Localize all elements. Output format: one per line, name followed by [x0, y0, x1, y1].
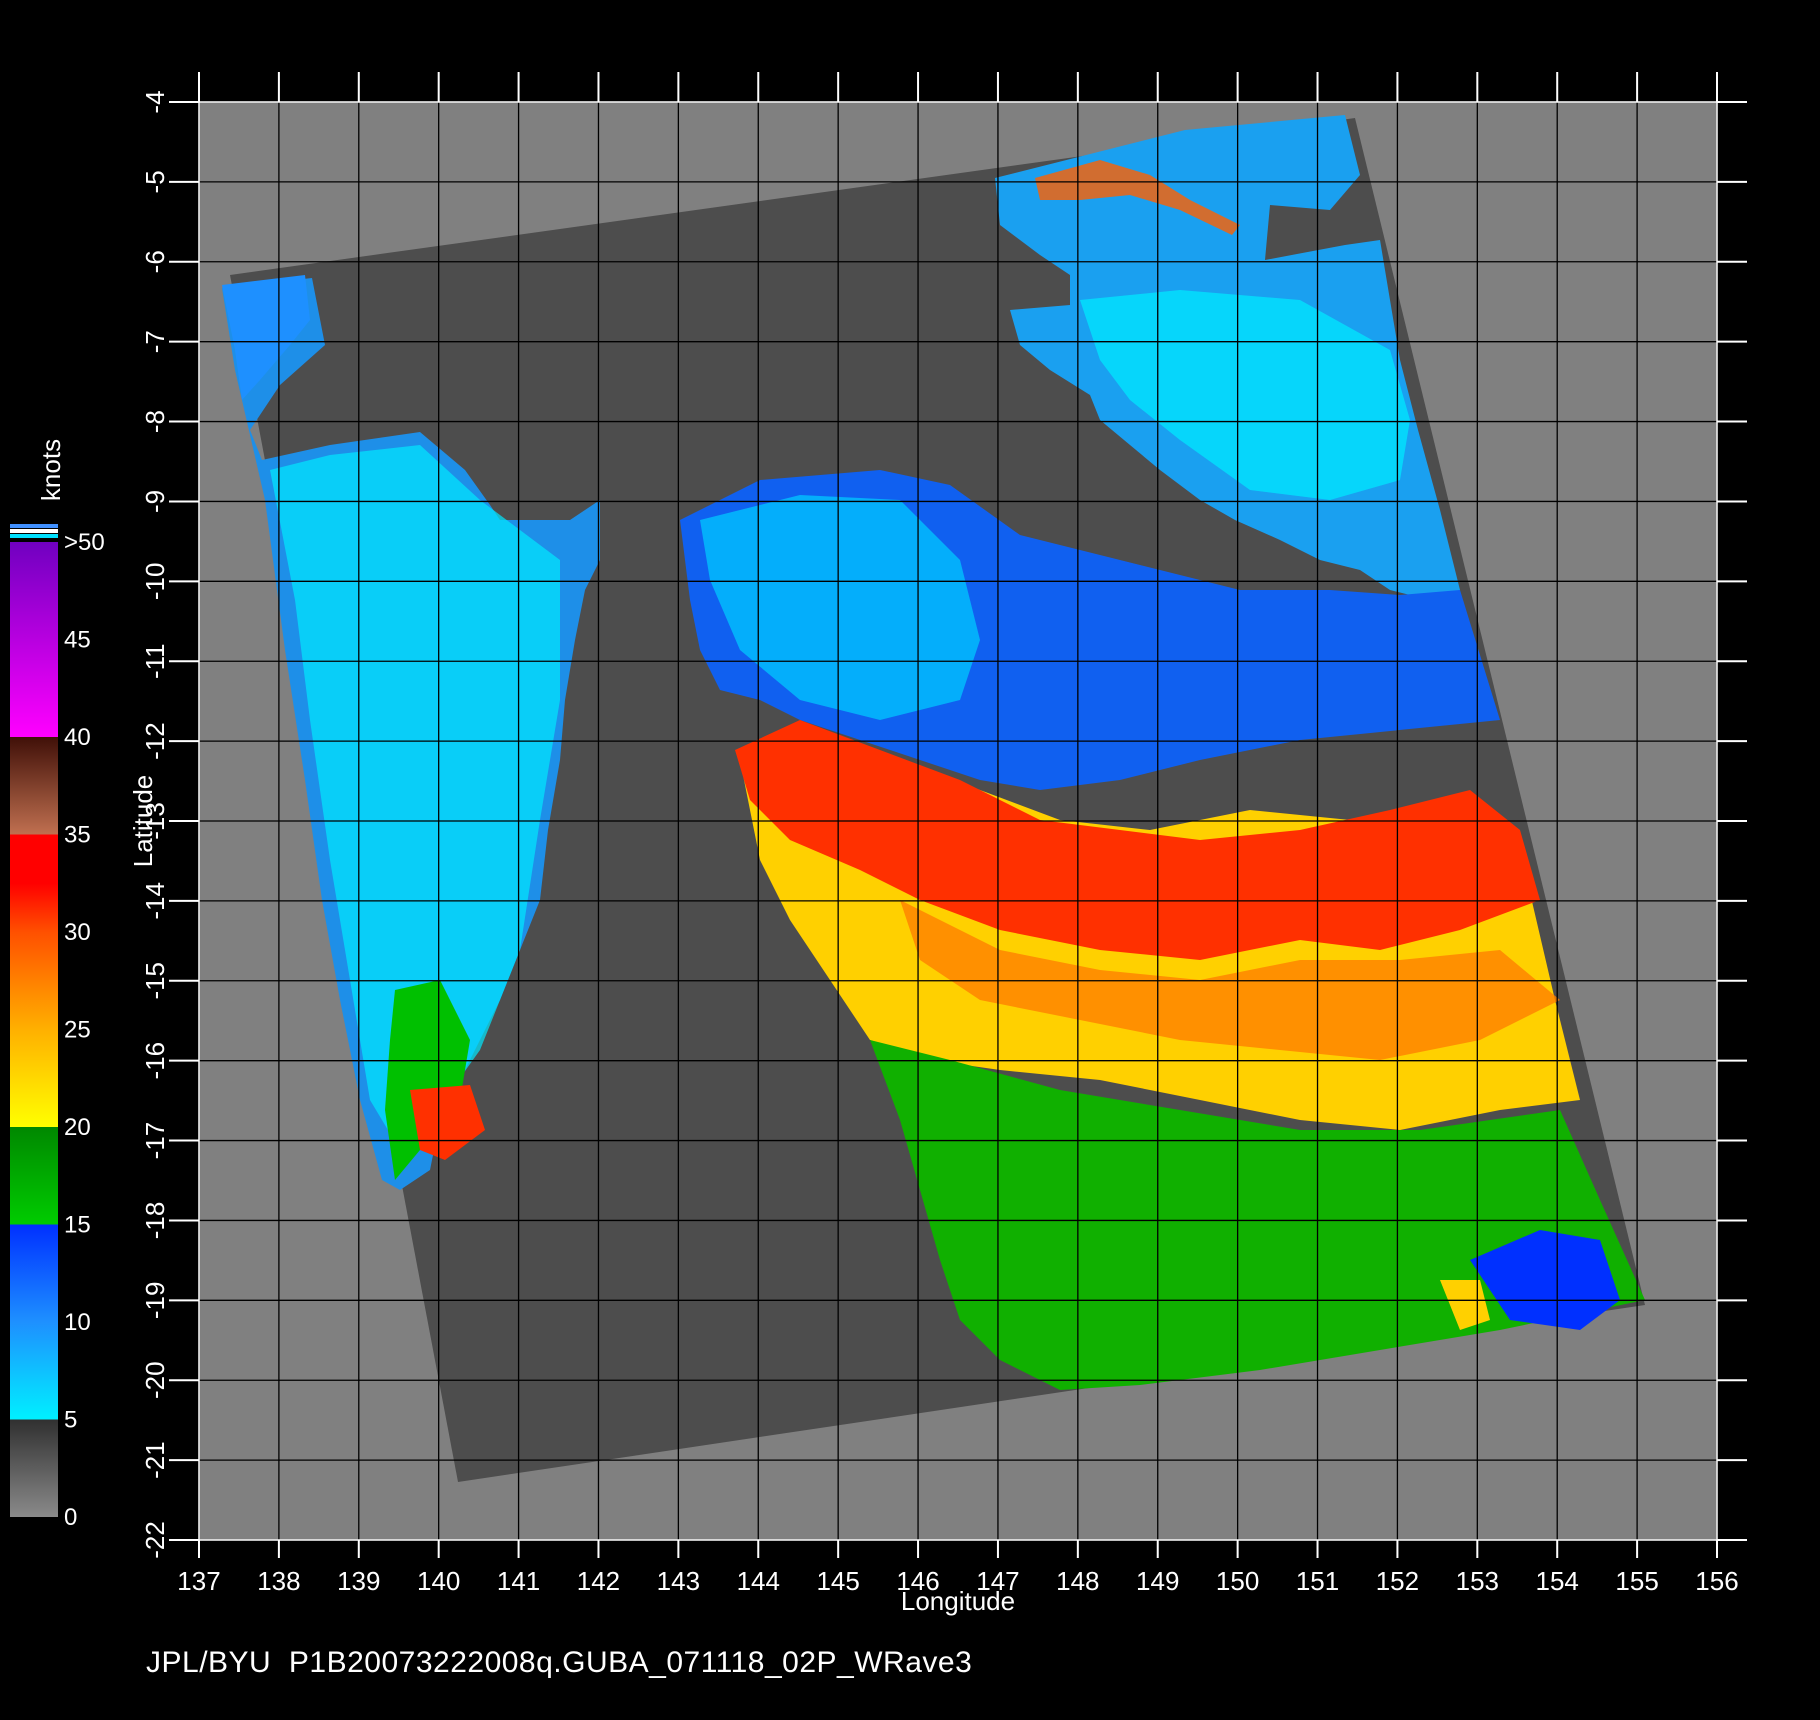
- lat-tick-label: -8: [140, 410, 170, 433]
- lon-tick-label: 156: [1695, 1566, 1738, 1596]
- lat-tick-label: -6: [140, 250, 170, 273]
- lon-tick-label: 153: [1456, 1566, 1499, 1596]
- lat-tick-label: -12: [140, 722, 170, 760]
- lat-tick-label: -9: [140, 490, 170, 513]
- colorbar-cap-white: [10, 529, 58, 533]
- footer-credit: JPL/BYU P1B20073222008q.GUBA_071118_02P_…: [146, 1646, 973, 1679]
- lon-tick-label: 144: [737, 1566, 780, 1596]
- lon-tick-label: 149: [1136, 1566, 1179, 1596]
- colorbar-cap-cyan: [10, 534, 58, 538]
- lon-tick-label: 140: [417, 1566, 460, 1596]
- lon-tick-label: 154: [1536, 1566, 1579, 1596]
- colorbar-label: 25: [64, 1017, 91, 1044]
- lon-tick-label: 155: [1615, 1566, 1658, 1596]
- colorbar-title: knots: [36, 439, 66, 501]
- lat-tick-label: -20: [140, 1361, 170, 1399]
- lat-tick-label: -15: [140, 962, 170, 1000]
- wind-map-canvas: 137 138 139 140 141 142 143 144 145 146 147 148 149 1…: [10, 72, 1747, 1616]
- lon-tick-label: 141: [497, 1566, 540, 1596]
- colorbar-label: 10: [64, 1309, 91, 1336]
- lon-tick-label: 142: [577, 1566, 620, 1596]
- lat-tick-label: -5: [140, 170, 170, 193]
- lat-tick-label: -11: [140, 643, 170, 679]
- colorbar-label: 0: [64, 1504, 77, 1531]
- y-axis-title: Latitude: [128, 775, 158, 868]
- lon-tick-label: 152: [1376, 1566, 1419, 1596]
- x-axis-title: Longitude: [901, 1586, 1015, 1616]
- lat-tick-label: -10: [140, 563, 170, 601]
- lat-tick-label: -18: [140, 1202, 170, 1240]
- colorbar-labels: 0 5 10 15 20 25 30 35 40 45 >50: [64, 529, 105, 1531]
- plot-area: 137 138 139 140 141 142 143 144 145 146 147 148 149 1…: [128, 72, 1747, 1616]
- lon-tick-label: 137: [177, 1566, 220, 1596]
- lon-tick-label: 150: [1216, 1566, 1259, 1596]
- colorbar-label: 35: [64, 822, 91, 849]
- lon-tick-label: 139: [337, 1566, 380, 1596]
- colorbar-label: 15: [64, 1212, 91, 1239]
- wind-map-figure: 137 138 139 140 141 142 143 144 145 146 147 148 149 1…: [0, 0, 1820, 1720]
- lon-tick-label: 143: [657, 1566, 700, 1596]
- lat-tick-label: -21: [140, 1441, 170, 1479]
- latitude-ticks-right: [1717, 101, 1747, 1541]
- colorbar: knots 0 5 10 15 20 25 30 35 40 45 >50: [10, 439, 105, 1531]
- lat-tick-label: -22: [140, 1521, 170, 1559]
- lat-tick-label: -16: [140, 1042, 170, 1080]
- colorbar-cap-blue: [10, 524, 58, 528]
- lat-tick-label: -4: [140, 90, 170, 113]
- lat-tick-label: -7: [140, 330, 170, 353]
- lat-tick-label: -14: [140, 882, 170, 920]
- lat-tick-label: -17: [140, 1122, 170, 1160]
- lon-tick-label: 148: [1056, 1566, 1099, 1596]
- colorbar-label: 40: [64, 724, 91, 751]
- lat-tick-label: -19: [140, 1282, 170, 1320]
- longitude-ticks-top: [198, 72, 1718, 102]
- colorbar-fill: [10, 542, 58, 1517]
- colorbar-label: >50: [64, 529, 105, 556]
- colorbar-label: 5: [64, 1407, 77, 1434]
- colorbar-label: 30: [64, 919, 91, 946]
- colorbar-label: 20: [64, 1114, 91, 1141]
- lon-tick-label: 138: [257, 1566, 300, 1596]
- colorbar-label: 45: [64, 627, 91, 654]
- lon-tick-label: 151: [1296, 1566, 1339, 1596]
- lon-tick-label: 145: [816, 1566, 859, 1596]
